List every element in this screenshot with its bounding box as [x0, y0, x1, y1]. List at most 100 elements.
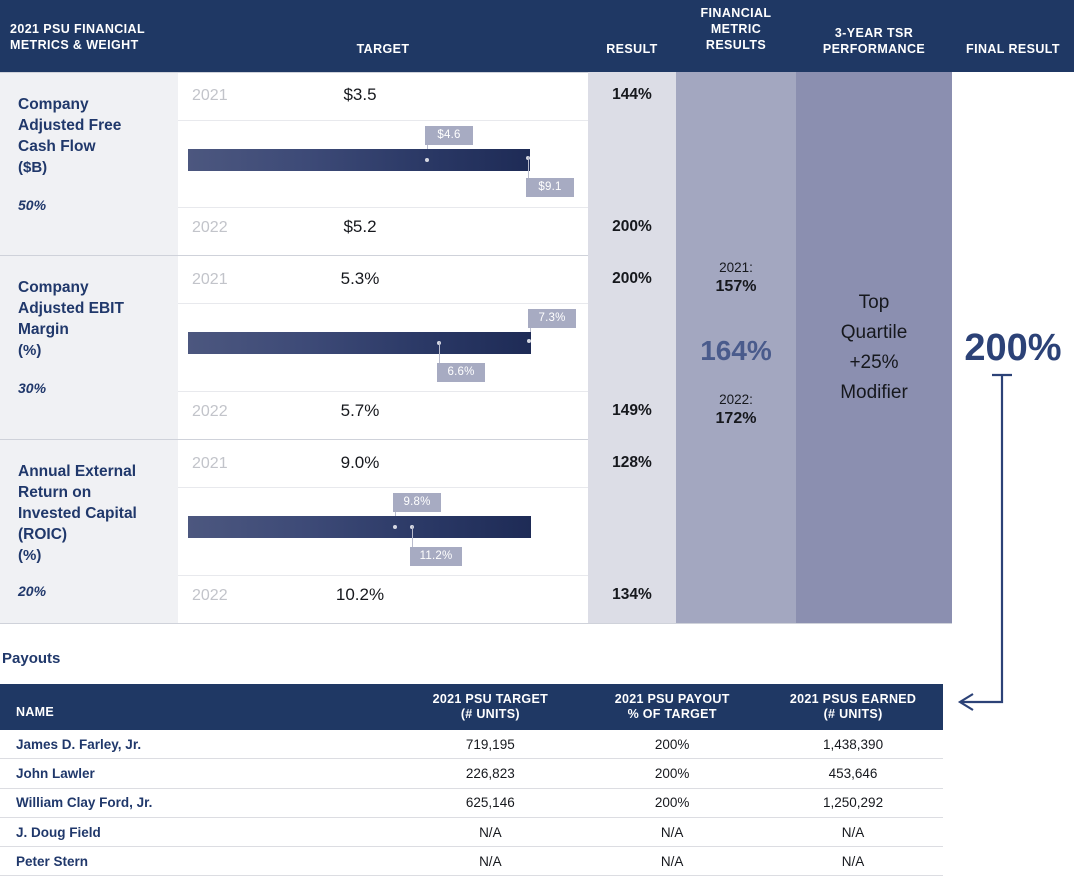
column-header-result: RESULT [606, 42, 658, 56]
metric-bar-chart-ebit-margin: 7.3% 6.6% [178, 303, 588, 391]
payout-name: J. Doug Field [16, 824, 101, 840]
grid-divider [0, 255, 588, 256]
grid-divider [0, 439, 588, 440]
target-value: 5.3% [340, 269, 380, 288]
payouts-col-payout-line2: % OF TARGET [627, 707, 717, 721]
tsr-line-3: +25% [849, 352, 899, 373]
metric-weight: 30% [18, 380, 47, 396]
bar-callout-stem [528, 156, 529, 179]
payout-percent: N/A [660, 824, 684, 840]
grid-divider [178, 207, 588, 208]
column-header-metrics-line1: 2021 PSU FINANCIAL [10, 22, 146, 36]
table-row: William Clay Ford, Jr. 625,146 200% 1,25… [0, 789, 943, 818]
final-result-connector-arrow [957, 373, 1012, 711]
target-value: $5.2 [343, 217, 377, 236]
metrics-grid: Company Adjusted Free Cash Flow ($B) 50%… [0, 72, 1074, 624]
result-value: 128% [612, 454, 652, 471]
table-row: J. Doug Field N/A N/A N/A [0, 818, 943, 848]
tsr-performance-text: Top Quartile +25% Modifier [796, 288, 952, 408]
fmr-2021-value: 157% [715, 278, 757, 295]
metric-unit: ($B) [18, 159, 48, 176]
metric-name-line: Company [18, 279, 89, 296]
metric-name-line: Invested Capital [18, 505, 137, 522]
metric-name-line: Adjusted Free [18, 117, 122, 134]
payout-earned: N/A [841, 853, 865, 869]
payouts-col-payout-pct: 2021 PSU PAYOUT % OF TARGET [581, 684, 763, 730]
metric-name-line: Margin [18, 321, 69, 338]
bar-callout-below: $9.1 [526, 178, 574, 197]
metric-unit: (%) [18, 342, 42, 359]
metric-name-line: Return on [18, 484, 92, 501]
payouts-col-target: 2021 PSU TARGET (# UNITS) [399, 684, 581, 730]
payouts-section-title: Payouts [2, 650, 61, 667]
column-header-fmr-line1: FINANCIAL [700, 6, 772, 20]
column-header-final-result: FINAL RESULT [966, 42, 1060, 56]
target-year: 2022 [192, 403, 228, 420]
bar-callout-stem [439, 342, 440, 364]
column-header-financial-metric-results: FINANCIAL METRIC RESULTS [676, 5, 796, 53]
target-value: 9.0% [340, 453, 380, 472]
result-value: 200% [612, 270, 652, 287]
payouts-col-target-line1: 2021 PSU TARGET [432, 692, 549, 706]
bar-marker-dot [425, 158, 429, 162]
grid-divider [0, 72, 588, 73]
payout-target: 625,146 [465, 795, 515, 811]
metric-label-roic: Annual External Return on Invested Capit… [18, 461, 170, 599]
bar-marker-dot [527, 339, 531, 343]
table-row: James D. Farley, Jr. 719,195 200% 1,438,… [0, 730, 943, 760]
tsr-line-2: Quartile [840, 322, 908, 343]
psu-performance-page: 2021 PSU FINANCIAL METRICS & WEIGHT TARG… [0, 0, 1074, 876]
metric-bar [188, 332, 531, 354]
target-value: 10.2% [335, 585, 385, 604]
bar-callout-above: $4.6 [425, 126, 473, 145]
target-year: 2021 [192, 271, 228, 288]
metric-label-free-cash-flow: Company Adjusted Free Cash Flow ($B) 50% [18, 94, 170, 213]
result-column [588, 72, 676, 623]
payouts-table: NAME 2021 PSU TARGET (# UNITS) 2021 PSU … [0, 684, 943, 876]
payouts-col-payout-line1: 2021 PSU PAYOUT [614, 692, 730, 706]
column-header-fmr-line2: METRIC [710, 22, 762, 36]
result-value: 149% [612, 402, 652, 419]
fmr-2022-caption: 2022: [719, 392, 753, 407]
payouts-table-header: NAME 2021 PSU TARGET (# UNITS) 2021 PSU … [0, 684, 943, 730]
target-year: 2021 [192, 455, 228, 472]
tsr-line-1: Top [858, 292, 890, 313]
bar-callout-below: 6.6% [437, 363, 485, 382]
bar-callout-stem [412, 526, 413, 548]
metric-name-line: Company [18, 96, 89, 113]
grid-divider [178, 575, 588, 576]
metric-name-line: (ROIC) [18, 526, 68, 543]
column-header-metrics: 2021 PSU FINANCIAL METRICS & WEIGHT [10, 21, 180, 53]
fmr-2021-caption: 2021: [719, 260, 753, 275]
column-header-fmr-line3: RESULTS [705, 38, 767, 52]
column-header-target: TARGET [356, 42, 410, 56]
payout-target: N/A [479, 853, 502, 869]
table-row: John Lawler 226,823 200% 453,646 [0, 759, 943, 789]
payout-earned: 1,250,292 [823, 795, 884, 811]
payouts-col-earned-line2: (# UNITS) [823, 707, 883, 721]
payout-earned: N/A [841, 824, 865, 840]
payout-percent: 200% [654, 795, 690, 811]
payout-target: 226,823 [465, 765, 515, 781]
tsr-line-4: Modifier [840, 382, 908, 403]
final-result-value: 200% [964, 327, 1062, 369]
grid-divider [178, 391, 588, 392]
metric-bar-chart-free-cash-flow: $4.6 $9.1 [178, 120, 588, 207]
metric-label-ebit-margin: Company Adjusted EBIT Margin (%) 30% [18, 277, 170, 396]
table-row: Peter Stern N/A N/A N/A [0, 847, 943, 876]
column-header-tsr-line1: 3-YEAR TSR [834, 26, 914, 40]
payout-name: Peter Stern [16, 853, 89, 869]
metric-weight: 50% [18, 197, 47, 213]
payout-name: William Clay Ford, Jr. [16, 795, 153, 811]
metric-unit: (%) [18, 547, 42, 564]
target-value: 5.7% [340, 401, 380, 420]
bar-marker-dot [393, 525, 397, 529]
target-year: 2022 [192, 587, 228, 604]
fmr-2022-value: 172% [715, 410, 757, 427]
target-year: 2022 [192, 219, 228, 236]
metric-weight: 20% [18, 583, 47, 599]
payout-percent: N/A [660, 853, 684, 869]
column-header-metrics-line2: METRICS & WEIGHT [10, 38, 139, 52]
payout-target: 719,195 [465, 736, 515, 752]
column-header-tsr-line2: PERFORMANCE [822, 42, 926, 56]
